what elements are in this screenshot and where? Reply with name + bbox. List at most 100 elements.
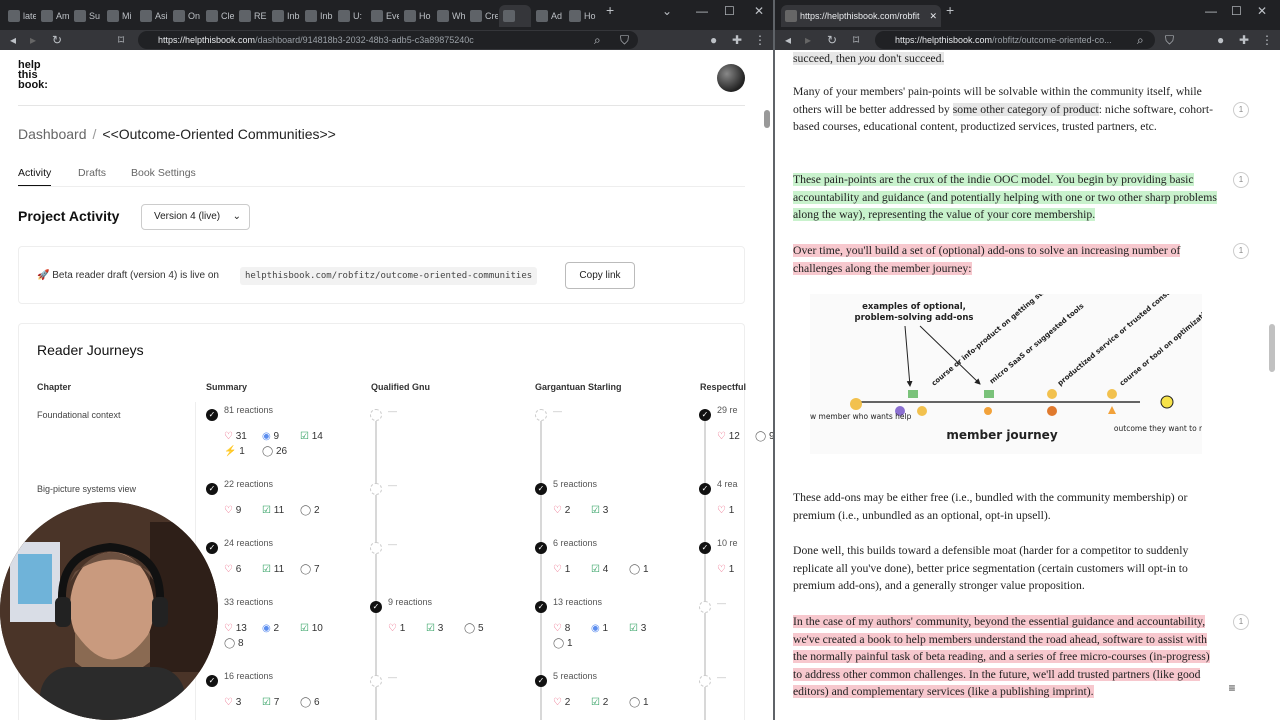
reload-icon[interactable]: ↻ — [827, 32, 837, 48]
stat-value: 1 — [640, 564, 649, 575]
browser-tab[interactable] — [499, 5, 531, 27]
address-bar[interactable]: https://helpthisbook.com/robfitz/outcome… — [875, 31, 1155, 49]
paragraph: These add-ons may be either free (i.e., … — [793, 489, 1221, 524]
browser-tab[interactable]: Asi — [136, 5, 168, 27]
heart-icon: ♡ — [224, 431, 233, 442]
reaction-count: 33 reactions — [224, 597, 274, 607]
no-data-dash: — — [388, 406, 397, 416]
close-window-icon[interactable]: ✕ — [754, 4, 764, 18]
reaction-stat: ◯ 1 — [629, 697, 649, 708]
page-icon — [74, 10, 86, 22]
bookmark-icon[interactable]: ⌑ — [853, 32, 859, 48]
highlight[interactable]: In the case of my authors' community, be… — [793, 615, 1210, 699]
tab-search-icon[interactable]: ⌄ — [662, 4, 672, 18]
no-data-dash: — — [553, 406, 562, 416]
browser-tab[interactable]: Ho — [565, 5, 597, 27]
reaction-count: 81 reactions — [224, 405, 274, 415]
extension-icon[interactable]: ● — [1217, 32, 1224, 48]
minimize-icon[interactable]: — — [1205, 4, 1217, 18]
outline-menu-icon[interactable]: ≡ — [1222, 678, 1242, 698]
shield-icon[interactable]: ⛉ — [620, 32, 629, 48]
tab-title: Asi — [155, 11, 168, 21]
diagram-title: examples of optional, problem-solving add… — [854, 302, 973, 323]
maximize-icon[interactable]: ☐ — [724, 4, 735, 18]
scrollbar[interactable] — [764, 110, 770, 128]
forward-icon[interactable]: ▸ — [805, 32, 811, 48]
page-icon — [173, 10, 185, 22]
close-window-icon[interactable]: ✕ — [1257, 4, 1267, 18]
tab-activity[interactable]: Activity — [18, 167, 52, 187]
zoom-icon[interactable]: ⌕ — [594, 32, 601, 48]
empty-node — [370, 675, 382, 687]
bookmark-icon[interactable]: ⌑ — [118, 32, 124, 48]
stat-value: 5 — [475, 623, 484, 634]
browser-tab[interactable]: Ad — [532, 5, 564, 27]
browser-tab[interactable]: Cre — [466, 5, 498, 27]
comment-count-badge[interactable]: 1 — [1233, 614, 1249, 630]
browser-tab[interactable]: Am — [37, 5, 69, 27]
beta-text: Beta reader draft (version 4) is live on — [52, 270, 219, 281]
scrollbar[interactable] — [1269, 324, 1275, 372]
comment-icon: ◯ — [629, 564, 641, 575]
copy-link-button[interactable]: Copy link — [565, 262, 635, 289]
zoom-icon[interactable]: ⌕ — [1137, 32, 1144, 48]
tab-book-settings[interactable]: Book Settings — [131, 167, 196, 179]
shield-icon[interactable]: ⛉ — [1165, 32, 1174, 48]
stat-value: 1 — [561, 564, 571, 575]
browser-tab[interactable]: Mi — [103, 5, 135, 27]
breadcrumb-dashboard-link[interactable]: Dashboard — [18, 126, 87, 142]
browser-tab[interactable]: Ho — [400, 5, 432, 27]
menu-icon[interactable]: ⋮ — [1261, 32, 1273, 48]
back-icon[interactable]: ◂ — [10, 32, 16, 48]
reload-icon[interactable]: ↻ — [52, 32, 62, 48]
browser-tab[interactable]: Eve — [367, 5, 399, 27]
maximize-icon[interactable]: ☐ — [1231, 4, 1242, 18]
page-icon — [206, 10, 218, 22]
back-icon[interactable]: ◂ — [785, 32, 791, 48]
checkmark-icon: ✓ — [206, 542, 218, 554]
browser-tab[interactable]: RE — [235, 5, 267, 27]
edit-icon: ☑ — [262, 697, 271, 708]
highlight[interactable]: These pain-points are the crux of the in… — [793, 173, 1217, 222]
stat-value: 13 — [232, 623, 247, 634]
comment-count-badge[interactable]: 1 — [1233, 102, 1249, 118]
browser-tab[interactable]: On — [169, 5, 201, 27]
puzzle-icon[interactable]: ✚ — [1239, 32, 1249, 48]
browser-tab[interactable]: Cle — [202, 5, 234, 27]
section-title: Reader Journeys — [37, 342, 144, 358]
reaction-stat: ♡ 1 — [717, 505, 734, 516]
new-tab-icon[interactable]: + — [606, 2, 614, 18]
reaction-stat: ♡ 12 — [717, 431, 740, 442]
helpthisbook-logo[interactable]: help this book: — [18, 60, 48, 91]
browser-tab[interactable]: U: — [334, 5, 366, 27]
tab-reader[interactable]: https://helpthisbook.com/robfit ✕ — [781, 5, 941, 27]
close-tab-icon[interactable]: ✕ — [929, 11, 937, 22]
user-avatar[interactable] — [717, 64, 745, 92]
edit-icon: ☑ — [300, 431, 309, 442]
page-icon — [536, 10, 548, 22]
new-tab-icon[interactable]: + — [946, 2, 954, 18]
browser-tab[interactable]: Su — [70, 5, 102, 27]
puzzle-icon[interactable]: ✚ — [732, 32, 742, 48]
comment-count-badge[interactable]: 1 — [1233, 172, 1249, 188]
highlight[interactable]: Over time, you'll build a set of (option… — [793, 244, 1181, 275]
reaction-count: 16 reactions — [224, 671, 274, 681]
comment-count-badge[interactable]: 1 — [1233, 243, 1249, 259]
menu-icon[interactable]: ⋮ — [754, 32, 766, 48]
extension-icon[interactable]: ● — [710, 32, 717, 48]
minimize-icon[interactable]: — — [696, 4, 708, 18]
browser-tab[interactable]: Inb — [301, 5, 333, 27]
tab-drafts[interactable]: Drafts — [78, 167, 106, 179]
browser-tab[interactable]: Inb — [268, 5, 300, 27]
highlight[interactable]: some other category of product — [952, 102, 1099, 116]
no-data-dash: — — [388, 539, 397, 549]
heart-icon: ♡ — [717, 564, 726, 575]
tab-title: Cre — [485, 11, 498, 21]
heart-icon: ♡ — [717, 431, 726, 442]
version-select[interactable]: Version 4 (live) ⌄ — [141, 204, 250, 230]
forward-icon[interactable]: ▸ — [30, 32, 36, 48]
browser-tab[interactable]: later — [4, 5, 36, 27]
browser-tab[interactable]: Wh — [433, 5, 465, 27]
address-bar[interactable]: https://helpthisbook.com/dashboard/91481… — [138, 31, 638, 49]
heart-icon: ♡ — [388, 623, 397, 634]
